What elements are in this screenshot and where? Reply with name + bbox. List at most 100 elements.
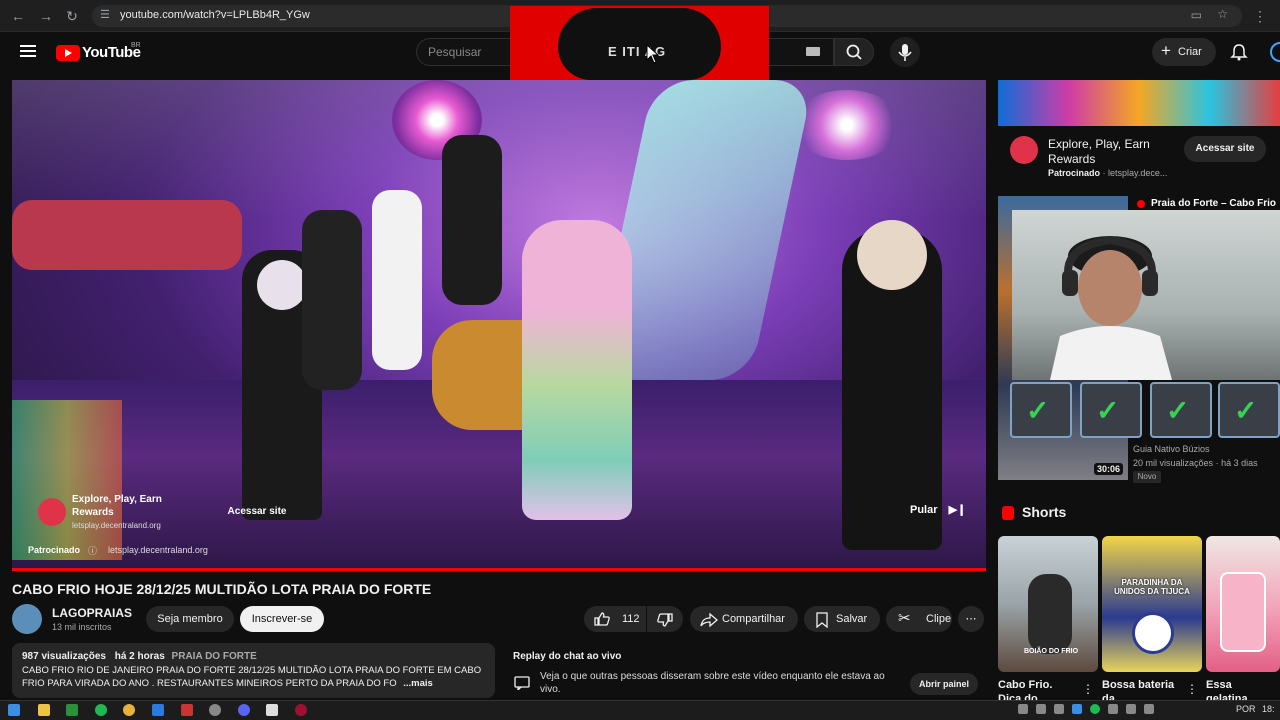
create-label: Criar [1178, 46, 1202, 58]
ad-visit-site-button[interactable]: Acessar site [222, 503, 292, 521]
recommended-age: há 3 dias [1221, 458, 1258, 468]
scissors-icon: ✂ [898, 610, 911, 627]
tray-icon[interactable] [1018, 704, 1028, 714]
scene-avatar-head [857, 220, 927, 290]
shorts-icon [1002, 506, 1014, 520]
sidebar-ad-visit-button[interactable]: Acessar site [1184, 136, 1266, 162]
subscribe-button[interactable]: Inscrever-se [240, 606, 324, 632]
video-title: CABO FRIO HOJE 28/12/25 MULTIDÃO LOTA PR… [12, 581, 432, 597]
tray-icon[interactable] [1108, 704, 1118, 714]
scene-lights [12, 400, 122, 560]
tray-icon[interactable] [1036, 704, 1046, 714]
spotify-icon[interactable] [95, 704, 107, 716]
check-icon: ✓ [1166, 395, 1190, 426]
sidebar-ad-icon[interactable] [1010, 136, 1038, 164]
tray-icon[interactable] [1054, 704, 1064, 714]
webcam-person [1050, 235, 1172, 380]
scene-avatar [442, 135, 502, 305]
menu-icon[interactable] [20, 44, 36, 58]
channel-avatar[interactable] [12, 604, 42, 634]
scene-couch [12, 200, 242, 270]
keyboard-language[interactable]: POR [1236, 704, 1256, 714]
like-button[interactable]: 112 [584, 606, 646, 632]
show-more-link[interactable]: ...mais [403, 678, 433, 689]
tray-icon[interactable] [1126, 704, 1136, 714]
scene-avatar-mask [257, 260, 307, 310]
share-icon [700, 613, 718, 627]
live-dot-icon [1137, 200, 1145, 208]
mic-icon [898, 44, 912, 61]
join-button[interactable]: Seja membro [146, 606, 234, 632]
short-more-icon[interactable]: ⋮ [1082, 682, 1094, 696]
ad-card-title[interactable]: Explore, Play, Earn Rewards [72, 493, 182, 519]
skip-label: Pular [910, 504, 938, 516]
short-more-icon[interactable]: ⋮ [1186, 682, 1198, 696]
app-icon[interactable] [209, 704, 221, 716]
tray-icon[interactable] [1090, 704, 1100, 714]
app-icon[interactable] [295, 704, 307, 716]
recommended-channel[interactable]: Guia Nativo Búzios [1133, 444, 1210, 454]
tray-icon[interactable] [1144, 704, 1154, 714]
app-icon[interactable] [152, 704, 164, 716]
bookmark-star-icon[interactable]: ☆ [1217, 7, 1228, 21]
tray-icon[interactable] [1072, 704, 1082, 714]
sidebar-ad-title[interactable]: Explore, Play, Earn Rewards [1048, 137, 1178, 167]
view-count: 987 visualizações [22, 651, 106, 662]
check-icon: ✓ [1026, 395, 1050, 426]
sponsored-label: Patrocinado [28, 545, 81, 555]
recommended-views: 20 mil visualizações [1133, 458, 1214, 468]
clip-label: Clipe [926, 613, 952, 625]
open-panel-button[interactable]: Abrir painel [910, 673, 978, 695]
notifications-icon[interactable] [1230, 43, 1248, 61]
sidebar-ad-thumbnail[interactable] [998, 80, 1280, 126]
more-actions-button[interactable]: ⋯ [958, 606, 984, 632]
search-placeholder: Pesquisar [428, 45, 482, 59]
short-caption: BOIÃO DO FRIO [1023, 648, 1079, 655]
ad-card-icon[interactable] [38, 498, 66, 526]
clock[interactable]: 18: [1262, 704, 1275, 714]
start-icon[interactable] [8, 704, 20, 716]
short-person [1028, 574, 1072, 654]
dislike-button[interactable] [647, 606, 683, 632]
create-button[interactable]: + Criar [1152, 38, 1216, 66]
app-icon[interactable] [66, 704, 78, 716]
save-label: Salvar [836, 613, 868, 625]
scene-avatar [302, 210, 362, 390]
short-thumbnail[interactable] [1206, 536, 1280, 672]
new-badge: Novo [1133, 471, 1161, 483]
mic-button[interactable] [890, 37, 920, 67]
recommended-video-title[interactable]: Praia do Forte – Cabo Frio [1151, 198, 1276, 209]
forward-icon[interactable]: → [36, 6, 56, 26]
info-icon[interactable]: ⓘ [88, 544, 97, 557]
youtube-logo-icon[interactable] [56, 45, 80, 61]
site-info-icon[interactable]: ☰ [100, 8, 110, 21]
short-thumbnail[interactable]: BOIÃO DO FRIO [998, 536, 1098, 672]
subscriber-count: 13 mil inscritos [52, 622, 112, 632]
check-icon: ✓ [1234, 395, 1258, 426]
clip-button[interactable]: ✂ Clipe [886, 606, 952, 632]
mouse-cursor-icon [646, 44, 660, 64]
cast-icon[interactable]: ▭ [1191, 8, 1202, 22]
chrome-icon[interactable] [123, 704, 135, 716]
app-icon[interactable] [181, 704, 193, 716]
description-text: CABO FRIO RIO DE JANEIRO PRAIA DO FORTE … [22, 664, 484, 690]
video-progress-bar[interactable] [12, 568, 986, 571]
save-button[interactable]: Salvar [804, 606, 880, 632]
share-button[interactable]: Compartilhar [690, 606, 798, 632]
browser-menu-icon[interactable]: ⋮ [1250, 6, 1270, 26]
skip-ad-button[interactable]: Pular ▶❙ [900, 500, 970, 520]
sponsored-domain[interactable]: letsplay.decentraland.org [108, 545, 208, 555]
short-thumbnail[interactable]: PARADINHA DA UNIDOS DA TIJUCA [1102, 536, 1202, 672]
back-icon[interactable]: ← [8, 6, 28, 26]
scene-avatar-main [522, 220, 632, 520]
reload-icon[interactable]: ↻ [62, 6, 82, 26]
app-icon[interactable] [266, 704, 278, 716]
file-explorer-icon[interactable] [38, 704, 50, 716]
keyboard-icon[interactable] [806, 47, 820, 56]
search-button[interactable] [834, 38, 874, 66]
ad-card-domain: letsplay.decentraland.org [72, 521, 161, 530]
discord-icon[interactable] [238, 704, 250, 716]
scene-avatar [372, 190, 422, 370]
channel-name[interactable]: LAGOPRAIAS [52, 606, 132, 620]
hashtag[interactable]: PRAIA DO FORTE [172, 651, 257, 662]
